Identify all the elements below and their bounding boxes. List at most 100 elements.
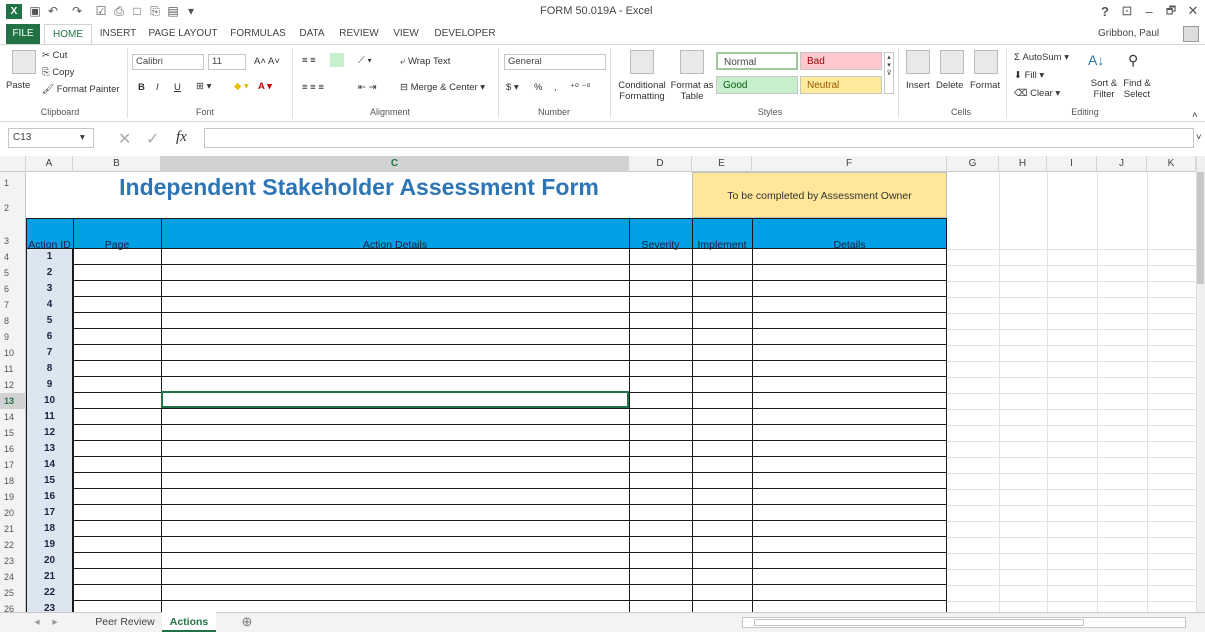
spelling-icon[interactable]: ☑ (94, 4, 108, 18)
format-painter-button[interactable]: 🖌 Format Painter (42, 84, 120, 95)
action-id-cell[interactable]: 19 (26, 537, 73, 553)
tab-review[interactable]: REVIEW (334, 24, 384, 44)
comma-button[interactable]: , (554, 82, 557, 93)
tab-view[interactable]: VIEW (388, 24, 424, 44)
orientation-icon[interactable]: ⟋ ▾ (358, 55, 372, 66)
column-header-j[interactable]: J (1097, 156, 1147, 172)
conditional-formatting-icon[interactable] (630, 50, 654, 74)
find-select-button[interactable]: Find & Select (1118, 78, 1156, 100)
action-id-cell[interactable]: 16 (26, 489, 73, 505)
print-icon[interactable]: ⎘ (148, 4, 162, 18)
action-id-cell[interactable]: 2 (26, 265, 73, 281)
style-good[interactable]: Good (716, 76, 798, 94)
borders-icon[interactable]: ⊞ ▾ (196, 81, 211, 92)
row-header[interactable]: 20 (0, 505, 26, 521)
row-header[interactable]: 4 (0, 249, 26, 265)
insert-cells-button[interactable]: Insert (906, 80, 930, 91)
align-middle-icon[interactable] (330, 53, 344, 67)
row-header[interactable]: 18 (0, 473, 26, 489)
copy-button[interactable]: ⎘ Copy (42, 67, 74, 78)
collapse-ribbon-icon[interactable]: ˄ (1192, 110, 1198, 121)
vertical-scroll-thumb[interactable] (1197, 172, 1204, 284)
currency-icon[interactable]: $ ▾ (506, 82, 519, 93)
delete-cells-button[interactable]: Delete (936, 80, 963, 91)
table-row[interactable] (26, 313, 947, 329)
add-sheet-icon[interactable]: ⊕ (236, 612, 258, 632)
open-folder-icon[interactable]: ▤ (166, 4, 180, 18)
action-id-cell[interactable]: 14 (26, 457, 73, 473)
selected-cell-c13[interactable] (161, 391, 629, 408)
minimize-button[interactable]: – (1140, 3, 1158, 19)
number-format-select[interactable]: General (504, 54, 606, 70)
action-id-cell[interactable]: 6 (26, 329, 73, 345)
table-row[interactable] (26, 297, 947, 313)
row-header[interactable]: 2 (0, 200, 26, 216)
table-row[interactable] (26, 489, 947, 505)
row-header[interactable]: 16 (0, 441, 26, 457)
print-preview-icon[interactable]: ⎙ (112, 4, 126, 18)
style-neutral[interactable]: Neutral (800, 76, 882, 94)
row-header[interactable]: 11 (0, 361, 26, 377)
action-id-cell[interactable]: 20 (26, 553, 73, 569)
align-top-icon[interactable]: ≡ ≡ (302, 55, 316, 66)
form-title[interactable]: Independent Stakeholder Assessment Form (26, 174, 692, 201)
align-left-icon[interactable]: ≡ ≡ ≡ (302, 82, 324, 93)
row-header[interactable]: 3 (0, 233, 26, 249)
row-header[interactable]: 19 (0, 489, 26, 505)
cut-button[interactable]: ✂ Cut (42, 50, 67, 61)
formula-input[interactable] (204, 128, 1194, 148)
format-as-table-button[interactable]: Format as Table (670, 80, 714, 102)
table-row[interactable] (26, 505, 947, 521)
column-header-a[interactable]: A (26, 156, 73, 172)
indent-icon[interactable]: ⇤ ⇥ (358, 82, 377, 93)
select-all-corner[interactable] (0, 156, 26, 172)
action-id-cell[interactable]: 17 (26, 505, 73, 521)
row-header[interactable]: 24 (0, 569, 26, 585)
row-header[interactable]: 12 (0, 377, 26, 393)
row-header[interactable]: 13 (0, 393, 26, 409)
row-header[interactable]: 10 (0, 345, 26, 361)
row-header[interactable]: 6 (0, 281, 26, 297)
tab-home[interactable]: HOME (44, 24, 92, 44)
user-name[interactable]: Gribbon, Paul (1098, 28, 1159, 39)
paste-icon[interactable] (12, 50, 36, 74)
column-header-g[interactable]: G (947, 156, 999, 172)
action-id-cell[interactable]: 10 (26, 393, 73, 409)
table-row[interactable] (26, 249, 947, 265)
table-row[interactable] (26, 473, 947, 489)
table-row[interactable] (26, 457, 947, 473)
row-header[interactable]: 25 (0, 585, 26, 601)
confirm-entry-icon[interactable]: ✓ (146, 129, 159, 149)
decimal-icon[interactable]: ⁺⁰ ⁻⁰ (570, 82, 590, 93)
column-header-i[interactable]: I (1047, 156, 1097, 172)
row-header[interactable]: 1 (0, 175, 26, 191)
name-box-dropdown-icon[interactable]: ▾ (80, 132, 85, 143)
table-row[interactable] (26, 281, 947, 297)
undo-icon[interactable]: ↶ (46, 4, 60, 18)
prev-sheet-icon[interactable]: ◂ (30, 612, 44, 632)
tab-formulas[interactable]: FORMULAS (226, 24, 290, 44)
tab-insert[interactable]: INSERT (96, 24, 140, 44)
font-name-select[interactable]: Calibri (132, 54, 204, 70)
action-id-cell[interactable]: 21 (26, 569, 73, 585)
avatar[interactable] (1183, 26, 1199, 42)
format-as-table-icon[interactable] (680, 50, 704, 74)
redo-icon[interactable]: ↷ (70, 4, 84, 18)
wrap-text-button[interactable]: ⤶ Wrap Text (400, 56, 450, 67)
next-sheet-icon[interactable]: ▸ (48, 612, 62, 632)
row-header[interactable]: 8 (0, 313, 26, 329)
table-row[interactable] (26, 553, 947, 569)
action-id-cell[interactable]: 3 (26, 281, 73, 297)
column-header-f[interactable]: F (752, 156, 947, 172)
grow-font-icon[interactable]: A˄ A˅ (254, 56, 280, 67)
format-cells-button[interactable]: Format (970, 80, 1000, 91)
italic-button[interactable]: I (156, 82, 159, 93)
tab-data[interactable]: DATA (294, 24, 330, 44)
insert-function-icon[interactable]: fx (176, 129, 187, 146)
table-row[interactable] (26, 345, 947, 361)
ribbon-display-icon[interactable]: ⊡ (1118, 3, 1136, 19)
restore-button[interactable]: 🗗 (1162, 3, 1180, 19)
autosum-button[interactable]: Σ AutoSum ▾ (1014, 52, 1069, 63)
tab-page-layout[interactable]: PAGE LAYOUT (144, 24, 222, 44)
action-id-cell[interactable]: 22 (26, 585, 73, 601)
